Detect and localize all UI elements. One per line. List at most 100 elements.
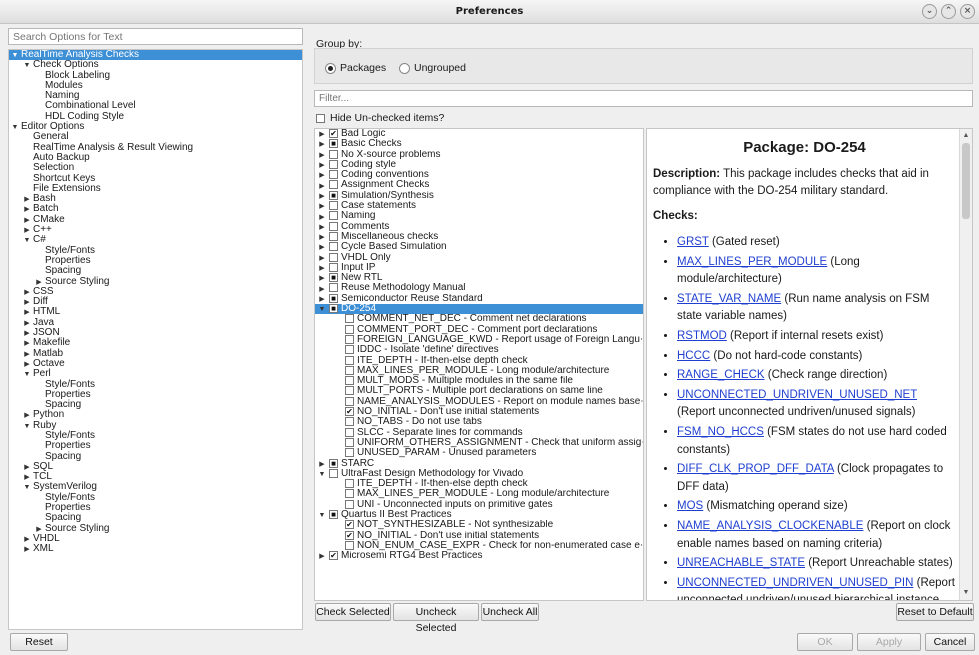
chevron-right-icon[interactable]: ▶ (315, 274, 329, 283)
checkbox-icon[interactable] (345, 386, 354, 396)
checkbox-partial-icon[interactable]: ■ (329, 190, 338, 200)
checkbox-icon[interactable] (345, 324, 354, 334)
chevron-down-icon[interactable]: ▼ (315, 470, 329, 479)
cancel-button[interactable]: Cancel (925, 633, 975, 651)
chevron-right-icon[interactable]: ▶ (315, 161, 329, 170)
check-link[interactable]: DIFF_CLK_PROP_DFF_DATA (677, 463, 834, 475)
check-item[interactable]: SLCC - Separate lines for commands (315, 427, 643, 438)
close-icon[interactable]: × (960, 4, 975, 19)
chevron-right-icon[interactable]: ▶ (315, 264, 329, 273)
chevron-right-icon[interactable]: ▶ (315, 182, 329, 191)
checkbox-checked-icon[interactable]: ✔ (329, 129, 338, 138)
filter-input[interactable] (314, 90, 973, 107)
chevron-right-icon[interactable]: ▶ (315, 233, 329, 242)
checkbox-icon[interactable] (345, 355, 354, 365)
check-item[interactable]: IDDC - Isolate 'define' directives (315, 345, 643, 355)
check-item[interactable]: COMMENT_PORT_DEC - Comment port declarat… (315, 324, 643, 335)
checkbox-icon[interactable] (345, 489, 354, 499)
check-package[interactable]: ▶ Input IP (315, 262, 643, 273)
check-item[interactable]: ✔ NO_INITIAL - Don't use initial statemen… (315, 530, 643, 541)
checkbox-icon[interactable] (329, 242, 338, 252)
checkbox-icon[interactable] (329, 159, 338, 169)
checkbox-icon[interactable] (345, 448, 354, 458)
check-link[interactable]: NAME_ANALYSIS_CLOCKENABLE (677, 520, 863, 532)
minimize-icon[interactable]: ⌄ (922, 4, 937, 19)
chevron-right-icon[interactable]: ▶ (315, 285, 329, 294)
check-package[interactable]: ▶ Naming (315, 211, 643, 221)
checkbox-partial-icon[interactable]: ■ (329, 458, 338, 468)
check-item[interactable]: COMMENT_NET_DEC - Comment net declaratio… (315, 314, 643, 324)
radio-ungrouped[interactable]: Ungrouped (399, 62, 466, 74)
checkbox-icon[interactable] (345, 479, 354, 489)
check-package[interactable]: ▶ VHDL Only (315, 252, 643, 263)
checkbox-icon[interactable] (329, 149, 338, 159)
check-item[interactable]: ITE_DEPTH - If-then-else depth check (315, 479, 643, 489)
options-tree[interactable]: ▼ RealTime Analysis Checks ▼ Check Options B… (8, 49, 303, 630)
check-item[interactable]: ITE_DEPTH - If-then-else depth check (315, 355, 643, 366)
check-item[interactable]: UNUSED_PARAM - Unused parameters (315, 448, 643, 458)
check-item[interactable]: MAX_LINES_PER_MODULE - Long module/archi… (315, 489, 643, 499)
checkbox-partial-icon[interactable]: ■ (329, 293, 338, 303)
check-package[interactable]: ▶ Comments (315, 221, 643, 232)
chevron-right-icon[interactable]: ▶ (315, 243, 329, 252)
checkbox-checked-icon[interactable]: ✔ (345, 530, 354, 540)
check-package[interactable]: ▶ ■ Semiconductor Reuse Standard (315, 293, 643, 304)
ok-button[interactable]: OK (797, 633, 853, 651)
check-link[interactable]: RSTMOD (677, 330, 727, 342)
tree-item[interactable]: ▶ SQL (9, 461, 302, 472)
maximize-icon[interactable]: ⌃ (941, 4, 956, 19)
checkbox-icon[interactable] (329, 180, 338, 190)
check-item[interactable]: MULT_PORTS - Multiple port declarations … (315, 386, 643, 396)
tree-item[interactable]: ▶ CMake (9, 214, 302, 225)
scroll-up-icon[interactable]: ▲ (961, 131, 971, 141)
check-package[interactable]: ▶ Cycle Based Simulation (315, 242, 643, 252)
checkbox-icon[interactable] (345, 540, 354, 550)
checkbox-checked-icon[interactable]: ✔ (345, 520, 354, 530)
checkbox-icon[interactable] (345, 427, 354, 437)
checkbox-icon[interactable] (329, 201, 338, 211)
check-link[interactable]: RANGE_CHECK (677, 369, 765, 381)
check-package[interactable]: ▶ ■ STARC (315, 458, 643, 469)
chevron-right-icon[interactable]: ▶ (315, 295, 329, 304)
checkbox-partial-icon[interactable]: ■ (329, 139, 338, 149)
check-item[interactable]: NAME_ANALYSIS_MODULES - Report on module… (315, 396, 643, 407)
chevron-right-icon[interactable]: ▶ (315, 223, 329, 232)
reset-button[interactable]: Reset (10, 633, 68, 651)
description-scrollbar[interactable]: ▲ ▼ (959, 129, 972, 600)
check-package[interactable]: ▶ Coding style (315, 159, 643, 170)
checkbox-icon[interactable] (329, 221, 338, 231)
check-link[interactable]: UNCONNECTED_UNDRIVEN_UNUSED_PIN (677, 577, 913, 589)
chevron-right-icon[interactable]: ▶ (315, 552, 329, 561)
uncheck-all-button[interactable]: Uncheck All (481, 603, 539, 621)
checkbox-checked-icon[interactable]: ✔ (345, 407, 354, 417)
hide-unchecked-checkbox[interactable]: Hide Un-checked items? (316, 112, 444, 124)
checkbox-icon[interactable] (345, 314, 354, 324)
checkbox-partial-icon[interactable]: ■ (329, 273, 338, 283)
check-item[interactable]: ✔ NOT_SYNTHESIZABLE - Not synthesizable (315, 520, 643, 530)
check-package[interactable]: ▶ Miscellaneous checks (315, 231, 643, 242)
check-package[interactable]: ▶ ✔ Bad Logic (315, 129, 643, 139)
checkbox-icon[interactable] (345, 334, 354, 344)
check-link[interactable]: HCCC (677, 350, 710, 362)
checkbox-icon[interactable] (329, 211, 338, 221)
check-link[interactable]: STATE_VAR_NAME (677, 293, 781, 305)
checkbox-icon[interactable] (329, 262, 338, 272)
check-package[interactable]: ▶ ■ Basic Checks (315, 139, 643, 149)
checkbox-icon[interactable] (329, 231, 338, 241)
checkbox-icon[interactable] (329, 252, 338, 262)
check-package[interactable]: ▶ Coding conventions (315, 170, 643, 180)
checkbox-icon[interactable] (345, 417, 354, 427)
chevron-right-icon[interactable]: ▶ (315, 140, 329, 149)
checkbox-icon[interactable] (345, 499, 354, 509)
checkbox-checked-icon[interactable]: ✔ (329, 551, 338, 561)
check-package[interactable]: ▶ ■ Simulation/Synthesis (315, 190, 643, 201)
chevron-right-icon[interactable]: ▶ (315, 213, 329, 222)
chevron-right-icon[interactable]: ▶ (315, 192, 329, 201)
check-link[interactable]: MOS (677, 500, 703, 512)
check-package[interactable]: ▶ ✔ Microsemi RTG4 Best Practices (315, 551, 643, 561)
chevron-right-icon[interactable]: ▶ (315, 460, 329, 469)
tree-item[interactable]: ▶ XML (9, 544, 302, 554)
tree-item[interactable]: ▶ Octave (9, 358, 302, 369)
chevron-right-icon[interactable]: ▶ (315, 254, 329, 263)
reset-to-default-button[interactable]: Reset to Default (896, 603, 974, 621)
